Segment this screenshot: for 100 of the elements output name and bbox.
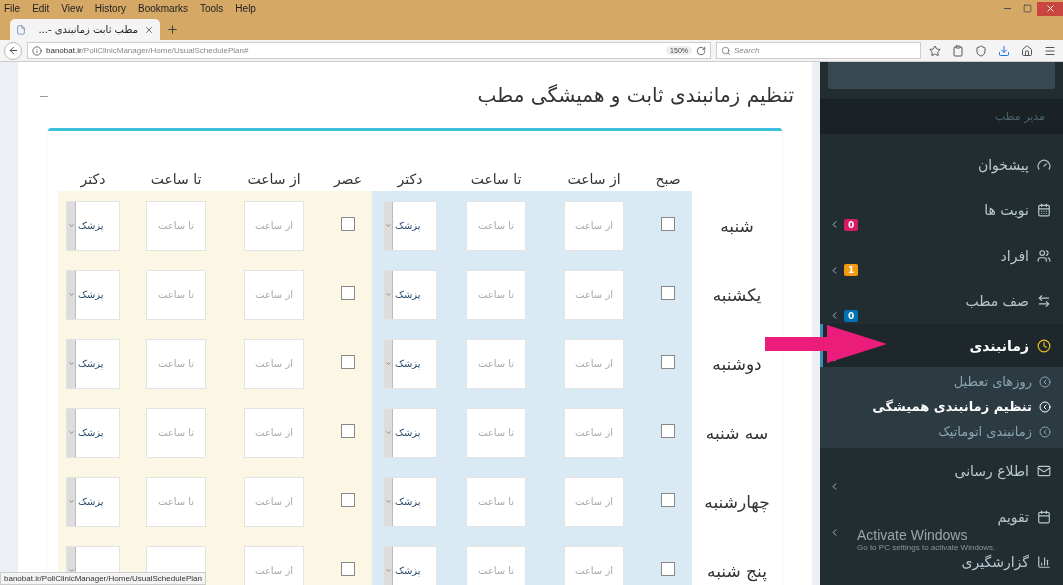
day-label: سه شنبه	[705, 422, 769, 443]
checkbox[interactable]	[341, 493, 355, 507]
checkbox[interactable]	[341, 424, 355, 438]
menu-item[interactable]: View	[61, 3, 83, 14]
sidebar-item[interactable]: نوبت ها	[984, 202, 1051, 219]
count-badge: 1	[844, 264, 859, 277]
menu-item[interactable]: Edit	[32, 3, 50, 14]
time-field[interactable]: از ساعت	[564, 269, 624, 320]
time-field[interactable]: از ساعت	[564, 200, 624, 251]
submenu-item[interactable]: تنظیم زمانبندی همیشگی	[820, 394, 1063, 420]
time-field[interactable]: تا ساعت	[146, 269, 206, 320]
time-field[interactable]: تا ساعت	[146, 476, 206, 527]
checkbox[interactable]	[661, 217, 675, 231]
sidebar-item[interactable]: اطلاع رسانی	[954, 463, 1051, 480]
sidebar-search-field[interactable]	[828, 62, 1055, 90]
submenu-item[interactable]: زمانبندی اتوماتیک	[820, 419, 1063, 445]
reload-icon[interactable]	[696, 45, 706, 56]
link-url-tooltip: banobat.ir/PoliClinicManager/Home/UsualSchedulePlan	[0, 572, 206, 585]
column-header: از ساعت	[247, 171, 301, 187]
time-field[interactable]: از ساعت	[564, 338, 624, 389]
day-label: چهارشنبه	[704, 491, 770, 512]
sidebar-item[interactable]: تقویم	[997, 508, 1051, 525]
caret-icon	[384, 222, 392, 229]
doctor-select[interactable]: پزشک	[66, 338, 120, 389]
time-field[interactable]: تا ساعت	[466, 200, 526, 251]
time-field[interactable]: تا ساعت	[466, 476, 526, 527]
menu-item[interactable]: History	[94, 3, 126, 14]
time-field[interactable]: تا ساعت	[146, 200, 206, 251]
menu-item[interactable]: Bookmarks	[138, 3, 188, 14]
doctor-select[interactable]: پزشک	[383, 338, 437, 389]
time-field[interactable]: تا ساعت	[466, 269, 526, 320]
sidebar-item[interactable]: پیشخوان	[977, 156, 1051, 173]
caret-icon	[384, 360, 392, 367]
time-field[interactable]: از ساعت	[564, 476, 624, 527]
sidebar-item[interactable]: گزارشگیری	[961, 554, 1051, 571]
new-tab-icon[interactable]	[166, 23, 179, 36]
mail-icon	[1037, 464, 1051, 479]
time-field[interactable]: از ساعت	[244, 338, 304, 389]
doctor-select[interactable]: پزشک	[383, 269, 437, 320]
doctor-select[interactable]: پزشک	[66, 476, 120, 527]
time-field[interactable]: از ساعت	[564, 407, 624, 458]
submenu-item[interactable]: روزهای تعطیل	[820, 369, 1063, 395]
doctor-select[interactable]: پزشک	[66, 269, 120, 320]
day-label: پنج شنبه	[707, 560, 767, 581]
checkbox[interactable]	[341, 217, 355, 231]
column-header: عصر	[333, 171, 363, 187]
star-icon[interactable]	[926, 44, 944, 57]
info-icon	[32, 45, 42, 56]
arrows-icon	[1037, 294, 1051, 309]
time-field[interactable]: از ساعت	[244, 200, 304, 251]
caret-icon	[384, 429, 392, 436]
users-icon	[1037, 248, 1051, 263]
checkbox[interactable]	[661, 355, 675, 369]
caret-icon	[67, 429, 75, 436]
page-title: تنظیم زمانبندی ثابت و همیشگی مطب	[477, 83, 794, 107]
doctor-select[interactable]: پزشک	[66, 407, 120, 458]
caret-icon	[67, 567, 75, 574]
sidebar-item[interactable]: افراد	[1000, 247, 1051, 264]
time-field[interactable]: تا ساعت	[466, 407, 526, 458]
time-field[interactable]: تا ساعت	[466, 545, 526, 585]
back-button[interactable]	[4, 41, 22, 60]
close-icon[interactable]	[1037, 1, 1063, 16]
checkbox[interactable]	[661, 286, 675, 300]
menu-item[interactable]: Help	[235, 3, 256, 14]
column-header: تا ساعت	[150, 171, 202, 187]
checkbox[interactable]	[341, 286, 355, 300]
column-header: از ساعت	[567, 171, 621, 187]
menu-item[interactable]: Tools	[200, 3, 224, 14]
caret-icon	[384, 567, 392, 574]
sidebar-item[interactable]: صف مطب	[965, 293, 1051, 310]
doctor-select[interactable]: پزشک	[383, 407, 437, 458]
caret-icon	[384, 291, 392, 298]
time-field[interactable]: از ساعت	[244, 476, 304, 527]
doctor-select[interactable]: پزشک	[383, 200, 437, 251]
time-field[interactable]: تا ساعت	[146, 338, 206, 389]
doctor-select[interactable]: پزشک	[66, 200, 120, 251]
doctor-select[interactable]: پزشک	[383, 545, 437, 585]
column-header: تا ساعت	[470, 171, 522, 187]
time-field[interactable]: از ساعت	[564, 545, 624, 585]
close-icon[interactable]	[144, 24, 154, 35]
time-field[interactable]: تا ساعت	[146, 407, 206, 458]
sidebar-item[interactable]: زمانبندی	[969, 337, 1051, 354]
search-icon	[721, 45, 731, 56]
time-field[interactable]: از ساعت	[244, 545, 304, 585]
day-label: دوشنبه	[712, 353, 762, 374]
bar-chart-icon	[1037, 555, 1051, 570]
browser-tab[interactable]: مطب ثابت زمانبندی -...	[10, 19, 160, 40]
doctor-select[interactable]: پزشک	[383, 476, 437, 527]
checkbox[interactable]	[661, 493, 675, 507]
checkbox[interactable]	[341, 355, 355, 369]
checkbox[interactable]	[661, 562, 675, 576]
chevron-circle-icon	[1039, 375, 1051, 388]
caret-icon	[67, 222, 75, 229]
time-field[interactable]: از ساعت	[244, 269, 304, 320]
time-field[interactable]: تا ساعت	[466, 338, 526, 389]
checkbox[interactable]	[661, 424, 675, 438]
search-field[interactable]: Search	[716, 42, 921, 59]
checkbox[interactable]	[341, 562, 355, 576]
time-field[interactable]: از ساعت	[244, 407, 304, 458]
menu-item[interactable]: File	[4, 3, 21, 14]
